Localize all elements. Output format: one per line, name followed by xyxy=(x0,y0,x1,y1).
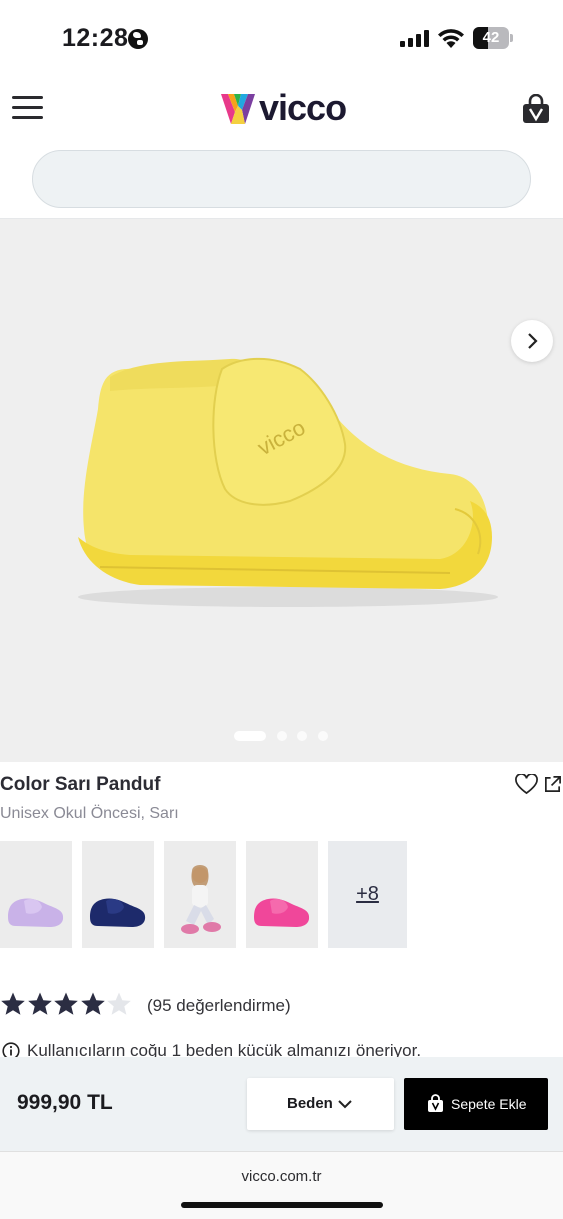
status-time: 12:28 xyxy=(62,24,129,52)
product-price: 999,90 TL xyxy=(17,1091,113,1114)
product-subtitle: Unisex Okul Öncesi, Sarı xyxy=(0,805,179,822)
status-bar: 12:28 42 xyxy=(0,0,563,74)
add-to-cart-button[interactable]: Sepete Ekle xyxy=(404,1078,548,1130)
star-filled-icon xyxy=(80,992,105,1015)
star-filled-icon xyxy=(54,992,78,1015)
more-variants-button[interactable]: +8 xyxy=(328,841,407,948)
chevron-right-icon xyxy=(528,333,538,349)
site-header: vicco xyxy=(0,74,563,140)
variant-thumbnail[interactable] xyxy=(246,841,318,948)
gallery-dot[interactable] xyxy=(318,731,328,741)
gallery-dot[interactable] xyxy=(297,731,307,741)
vicco-logo[interactable]: vicco xyxy=(221,88,351,128)
product-image: vicco xyxy=(78,357,498,607)
share-icon[interactable] xyxy=(543,775,562,794)
size-select-button[interactable]: Beden xyxy=(247,1078,394,1130)
wifi-icon xyxy=(438,29,464,48)
variant-child-model-image xyxy=(181,865,221,934)
menu-button[interactable] xyxy=(12,96,43,120)
gallery-dot[interactable] xyxy=(277,731,287,741)
cart-icon xyxy=(428,1094,443,1112)
home-indicator[interactable] xyxy=(181,1202,383,1208)
add-to-cart-label: Sepete Ekle xyxy=(451,1096,527,1112)
logo-text: vicco xyxy=(259,87,347,128)
variant-thumbnail[interactable] xyxy=(164,841,236,948)
star-filled-icon xyxy=(1,992,25,1015)
cellular-signal-icon xyxy=(400,30,430,47)
star-filled-icon xyxy=(27,992,52,1015)
browser-address-bar[interactable] xyxy=(0,1151,563,1219)
chevron-down-icon xyxy=(338,1100,352,1109)
gallery-pagination xyxy=(0,731,563,741)
globe-icon xyxy=(128,29,148,49)
battery-level: 42 xyxy=(482,29,500,46)
search-input[interactable] xyxy=(32,150,531,208)
gallery-dot[interactable] xyxy=(234,731,266,741)
logo-v-icon xyxy=(221,94,255,124)
product-title: Color Sarı Panduf xyxy=(0,774,161,795)
variant-pink-image xyxy=(254,898,310,927)
variant-lilac-image xyxy=(8,898,64,927)
next-image-button[interactable] xyxy=(511,320,553,362)
battery-indicator: 42 xyxy=(473,27,513,49)
rating-count[interactable]: (95 değerlendirme) xyxy=(147,996,291,1016)
size-select-label: Beden xyxy=(287,1095,333,1112)
url-label[interactable]: vicco.com.tr xyxy=(0,1168,563,1185)
product-image-gallery[interactable]: vicco xyxy=(0,219,563,762)
more-variants-label: +8 xyxy=(356,883,379,905)
star-empty-icon xyxy=(107,992,131,1015)
cart-icon[interactable] xyxy=(522,94,550,124)
variant-thumbnail[interactable] xyxy=(0,841,72,948)
variant-thumbnail[interactable] xyxy=(82,841,154,948)
variant-navy-image xyxy=(90,898,146,927)
heart-icon[interactable] xyxy=(515,774,538,795)
